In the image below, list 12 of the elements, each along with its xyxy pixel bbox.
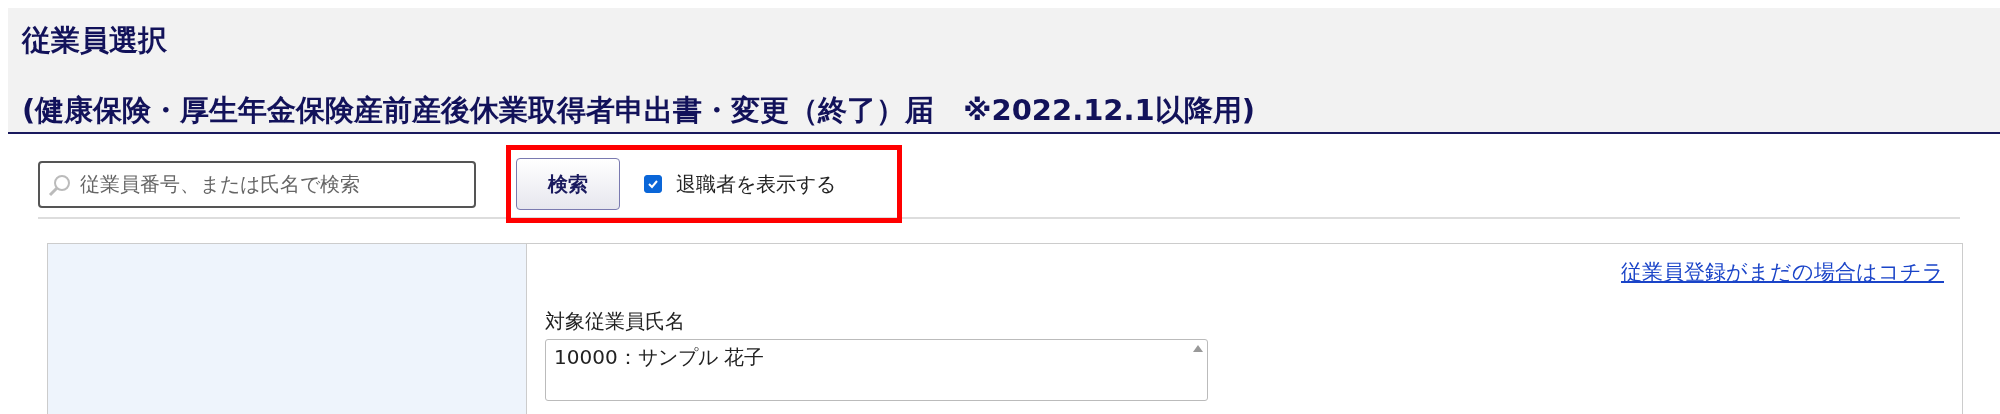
page-title: 従業員選択	[22, 22, 168, 58]
checkbox-label[interactable]: 退職者を表示する	[676, 170, 836, 198]
list-option[interactable]: 10000：サンプル 花子	[546, 340, 1207, 375]
search-button[interactable]: 検索	[516, 158, 620, 210]
employee-listbox[interactable]: 10000：サンプル 花子	[545, 339, 1208, 401]
search-icon	[48, 172, 72, 197]
checkbox[interactable]	[644, 175, 662, 193]
scroll-up-icon[interactable]	[1193, 345, 1203, 352]
field-label: 対象従業員氏名	[545, 308, 686, 335]
search-field[interactable]: 従業員番号、または氏名で検索	[38, 160, 476, 208]
register-link[interactable]: 従業員登録がまだの場合はコチラ	[1621, 260, 1944, 284]
page-subtitle: (健康保険・厚生年金保険産前産後休業取得者申出書・変更（終了）届 ※2022.12.1以降用)	[22, 92, 1256, 128]
